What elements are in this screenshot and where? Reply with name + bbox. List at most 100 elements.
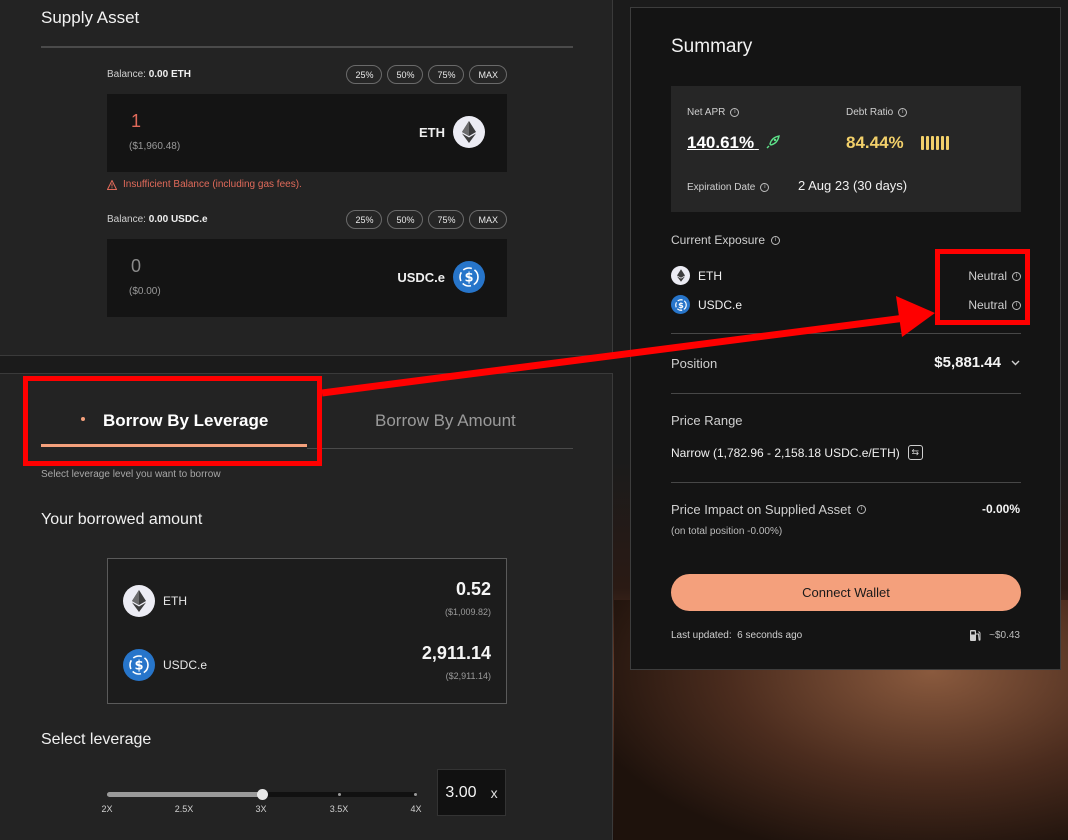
usdc-max-button[interactable]: MAX: [469, 210, 507, 229]
swap-direction-icon[interactable]: ⇆: [907, 445, 923, 460]
connect-wallet-button[interactable]: Connect Wallet: [671, 574, 1021, 611]
eth-amount-input[interactable]: 1: [131, 111, 141, 132]
eth-amount-input-box[interactable]: 1 ($1,960.48) ETH: [107, 94, 507, 172]
supply-asset-panel: Supply Asset Balance: 0.00 ETH 25% 50% 7…: [0, 0, 613, 356]
select-leverage-title: Select leverage: [41, 731, 152, 748]
borrow-usdc-amount: 2,911.14: [421, 643, 491, 663]
usdc-25-button[interactable]: 25%: [346, 210, 383, 229]
borrowed-amount-title: Your borrowed amount: [41, 511, 203, 528]
tab-borrow-by-amount[interactable]: Borrow By Amount: [375, 411, 516, 431]
usdc-icon: $: [671, 295, 690, 314]
borrowed-amount-box: ETH 0.52 ($1,009.82) $ USDC.e 2,911.14 (…: [107, 558, 507, 704]
gas-pump-icon: [970, 630, 981, 641]
price-range-label: Price Range: [671, 413, 743, 428]
info-icon[interactable]: i: [760, 183, 770, 192]
svg-text:$: $: [134, 659, 143, 674]
net-apr-value[interactable]: 140.61%: [687, 133, 781, 153]
usdc-asset-label: USDC.e: [397, 269, 445, 285]
stats-box: Net APR i 140.61% Debt Ratio i 84.44% Expi…: [671, 86, 1021, 212]
usdc-percent-buttons: 25% 50% 75% MAX: [346, 210, 507, 229]
chevron-down-icon: [1011, 360, 1020, 365]
leverage-mark-2x: 2X: [101, 804, 113, 814]
info-icon[interactable]: i: [898, 108, 908, 117]
divider: [671, 482, 1021, 483]
leverage-slider[interactable]: [107, 789, 417, 800]
usdc-amount-usd: ($0.00): [129, 286, 161, 297]
svg-text:$: $: [464, 271, 473, 286]
borrow-eth-asset: ETH: [123, 585, 187, 617]
borrow-eth-label: ETH: [163, 594, 187, 608]
leverage-input-value[interactable]: 3.00: [445, 784, 476, 802]
price-range-value: Narrow (1,782.96 - 2,158.18 USDC.e/ETH) …: [671, 445, 923, 460]
supply-asset-title: Supply Asset: [41, 8, 140, 27]
eth-50-button[interactable]: 50%: [387, 65, 424, 84]
leverage-unit: x: [490, 784, 498, 801]
slider-tick-3-5x: [338, 793, 341, 796]
divider: [671, 393, 1021, 394]
warning-icon: [107, 179, 117, 190]
supply-divider: [41, 46, 573, 48]
info-icon[interactable]: i: [730, 108, 740, 117]
leverage-mark-4x: 4X: [410, 804, 422, 814]
net-apr-label: Net APR i: [687, 107, 740, 118]
price-impact-value: -0.00%: [981, 502, 1020, 516]
usdc-amount-input[interactable]: 0: [131, 256, 141, 277]
borrow-hint: Select leverage level you want to borrow: [41, 469, 221, 480]
current-exposure-title: Current Exposure i: [671, 233, 781, 247]
slider-tick-2x: [107, 793, 110, 796]
warning-text: Insufficient Balance (including gas fees…: [123, 179, 302, 190]
rocket-icon: [766, 135, 780, 149]
slider-tick-4x: [414, 793, 417, 796]
eth-balance-row: Balance: 0.00 ETH 25% 50% 75% MAX: [107, 65, 507, 85]
borrow-usdc-asset: $ USDC.e: [123, 649, 207, 681]
leverage-slider-thumb[interactable]: [257, 789, 268, 800]
summary-title: Summary: [671, 36, 753, 57]
exposure-usdc-asset: $ USDC.e: [671, 295, 742, 314]
usdc-asset: USDC.e $: [397, 261, 485, 293]
eth-asset-label: ETH: [419, 124, 445, 140]
exposure-eth-label: ETH: [698, 268, 722, 283]
exposure-eth-asset: ETH: [671, 266, 722, 285]
info-icon[interactable]: i: [856, 505, 866, 514]
eth-max-button[interactable]: MAX: [469, 65, 507, 84]
leverage-mark-2-5x: 2.5X: [174, 804, 194, 814]
usdc-balance-label: Balance: 0.00 USDC.e: [107, 214, 208, 225]
eth-icon: [453, 116, 485, 148]
usdc-amount-input-box[interactable]: 0 ($0.00) USDC.e $: [107, 239, 507, 317]
debt-ratio-bars-icon: [921, 136, 949, 150]
borrow-usdc-usd: ($2,911.14): [445, 671, 491, 681]
eth-asset: ETH: [419, 116, 485, 148]
leverage-mark-3-5x: 3.5X: [329, 804, 349, 814]
leverage-tab-highlight-box: [23, 376, 322, 466]
eth-75-button[interactable]: 75%: [428, 65, 465, 84]
debt-ratio-value: 84.44%: [846, 133, 904, 152]
borrow-row-eth: ETH 0.52 ($1,009.82): [123, 577, 491, 625]
usdc-50-button[interactable]: 50%: [387, 210, 424, 229]
eth-25-button[interactable]: 25%: [346, 65, 383, 84]
exposure-usdc-label: USDC.e: [698, 297, 743, 312]
eth-balance-label: Balance: 0.00 ETH: [107, 69, 191, 80]
divider: [671, 333, 1021, 334]
usdc-75-button[interactable]: 75%: [428, 210, 465, 229]
gas-fee: ~$0.43: [969, 629, 1020, 642]
borrow-eth-amount: 0.52: [455, 579, 491, 599]
position-value[interactable]: $5,881.44: [934, 354, 1020, 371]
tabs-divider: [307, 448, 573, 449]
usdc-balance-row: Balance: 0.00 USDC.e 25% 50% 75% MAX: [107, 210, 507, 230]
expiration-value: 2 Aug 23 (30 days): [798, 178, 908, 193]
insufficient-balance-warning: Insufficient Balance (including gas fees…: [107, 179, 302, 190]
price-impact-total: (on total position -0.00%): [671, 526, 783, 537]
summary-panel: Summary Net APR i 140.61% Debt Ratio i 84.…: [630, 7, 1061, 670]
price-impact-label: Price Impact on Supplied Asset i: [671, 502, 866, 517]
debt-ratio-label: Debt Ratio i: [846, 107, 908, 118]
expiration-label: Expiration Date i: [687, 182, 770, 193]
info-icon[interactable]: i: [771, 235, 781, 245]
borrow-eth-usd: ($1,009.82): [444, 607, 491, 617]
usdc-icon: $: [123, 649, 155, 681]
last-updated: Last updated: 6 seconds ago: [671, 630, 803, 641]
leverage-input[interactable]: 3.00 x: [437, 769, 506, 816]
eth-icon: [123, 585, 155, 617]
slider-tick-2-5x: [183, 793, 186, 796]
leverage-mark-3x: 3X: [255, 804, 267, 814]
borrow-usdc-label: USDC.e: [163, 658, 208, 672]
